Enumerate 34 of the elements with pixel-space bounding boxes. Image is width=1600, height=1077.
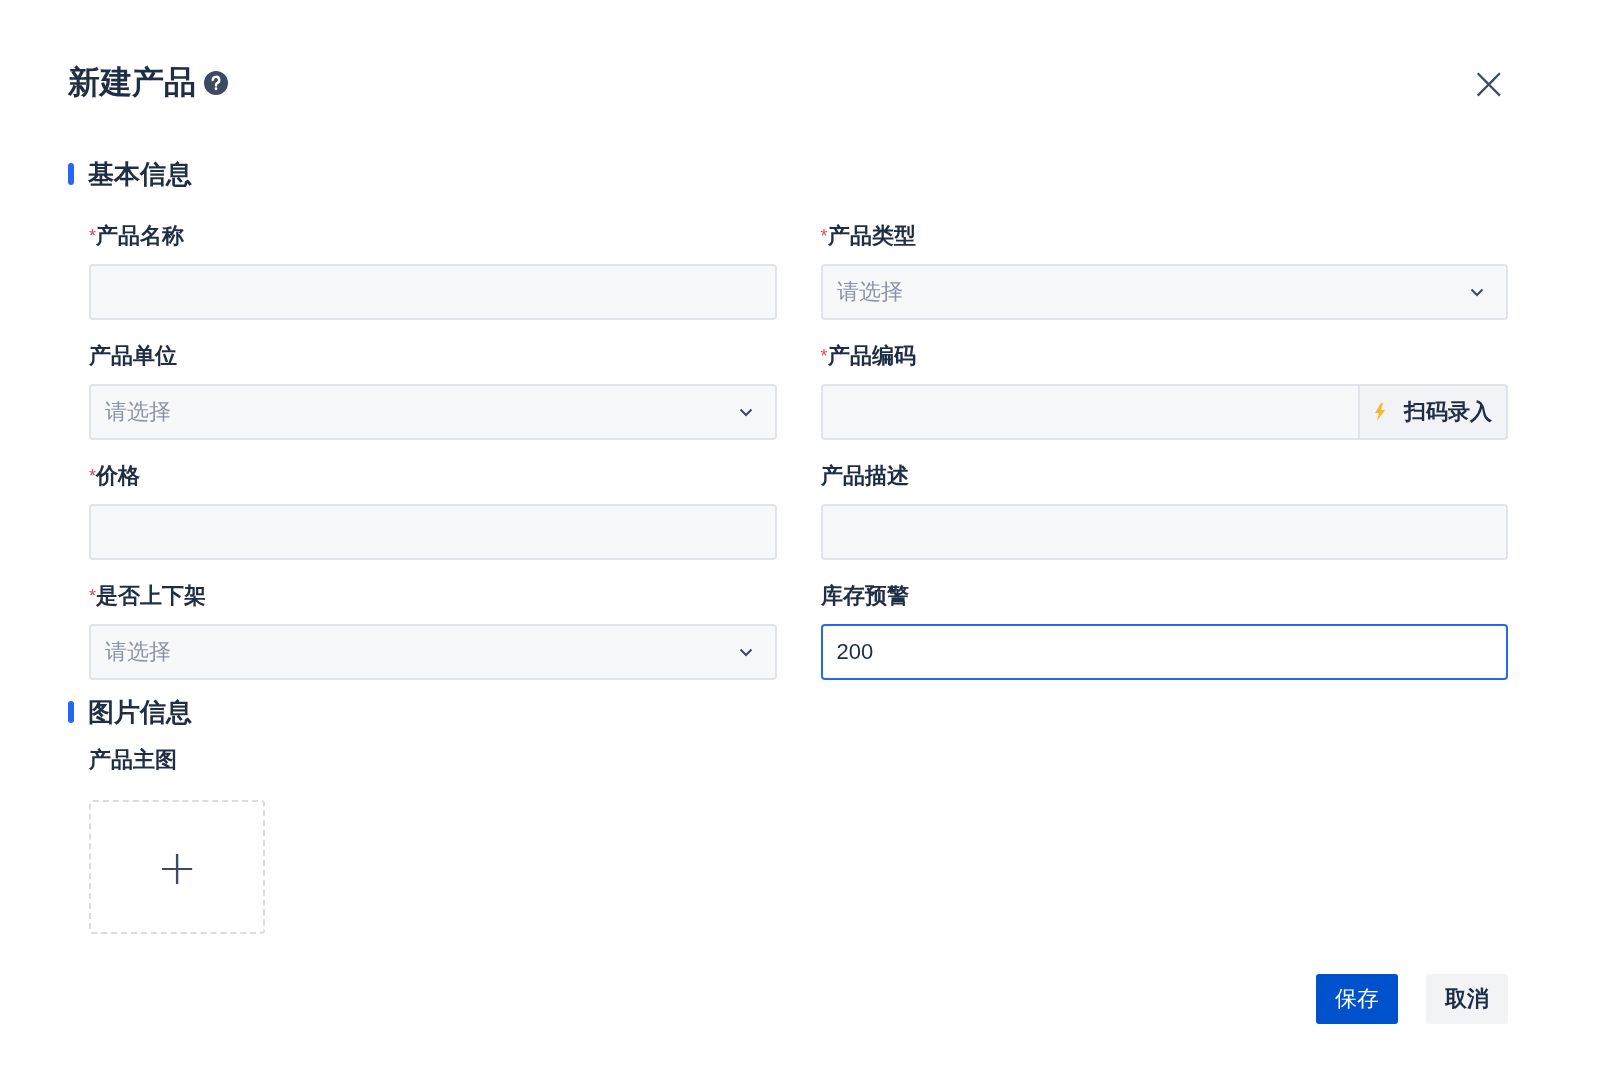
section-marker (68, 163, 74, 185)
cancel-button[interactable]: 取消 (1426, 974, 1508, 1024)
section-title: 图片信息 (88, 695, 192, 729)
chevron-down-icon (738, 647, 753, 657)
field-label: 产品单位 (89, 342, 177, 370)
field-label: 产品编码 (827, 342, 916, 370)
input-field[interactable] (820, 504, 1508, 560)
input-field[interactable] (89, 264, 777, 320)
input-field[interactable]: 200 (820, 624, 1508, 680)
required-mark: * (89, 587, 96, 605)
input-field[interactable] (89, 504, 777, 560)
help-icon[interactable] (204, 71, 228, 95)
input-field[interactable] (820, 384, 1360, 440)
field-label: 产品描述 (820, 462, 909, 490)
field-label: 产品主图 (89, 746, 177, 774)
chevron-down-icon (738, 407, 753, 417)
field-label: 产品名称 (96, 222, 184, 250)
scan-button[interactable]: 扫码录入 (1360, 384, 1508, 440)
chevron-down-icon (1470, 287, 1484, 297)
required-mark: * (89, 467, 96, 485)
field-label: 产品类型 (827, 222, 916, 250)
lightning-icon (1374, 403, 1386, 421)
field-label: 库存预警 (820, 582, 909, 610)
save-button[interactable]: 保存 (1316, 974, 1398, 1024)
section-marker (68, 701, 74, 723)
required-mark: * (89, 227, 96, 245)
close-button[interactable]: × (1469, 63, 1508, 103)
required-mark: * (820, 227, 828, 245)
field-label: 价格 (96, 462, 140, 490)
upload-button[interactable]: + (89, 800, 265, 934)
section-title: 基本信息 (88, 157, 192, 191)
field-label: 是否上下架 (96, 582, 206, 610)
dialog-title: 新建产品 (68, 63, 196, 102)
required-mark: * (820, 347, 828, 365)
